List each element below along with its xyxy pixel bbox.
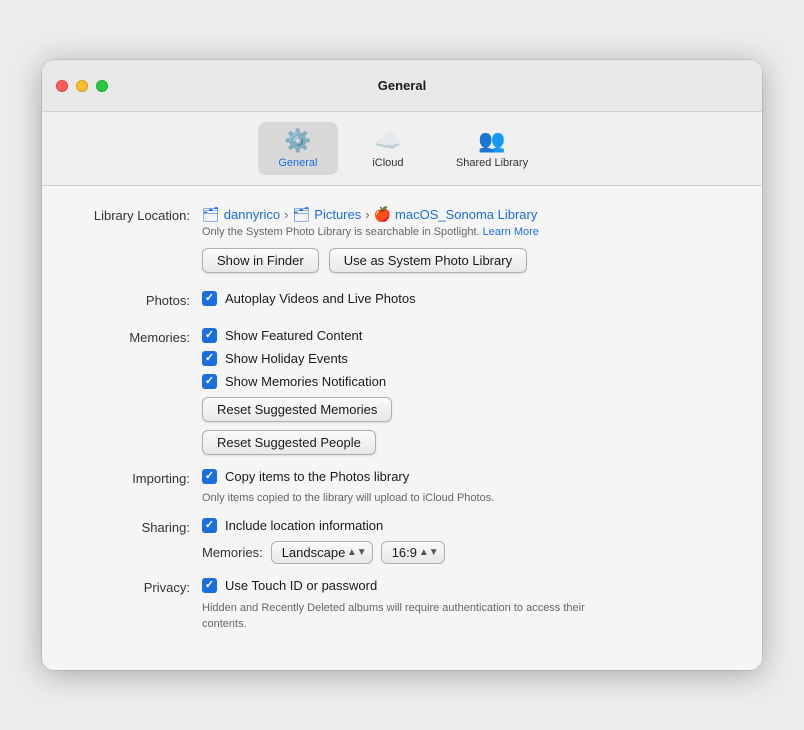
photos-row: Photos: Autoplay Videos and Live Photos	[72, 291, 732, 314]
pictures-folder-icon: 🗂	[293, 206, 311, 223]
importing-row: Importing: Copy items to the Photos libr…	[72, 469, 732, 504]
tab-general-label: General	[278, 157, 317, 169]
notification-checkbox[interactable]	[202, 374, 217, 389]
copy-checkbox[interactable]	[202, 469, 217, 484]
folder-icon: 🗂	[202, 206, 220, 223]
memories-dropdown-label: Memories:	[202, 545, 263, 560]
featured-checkbox[interactable]	[202, 328, 217, 343]
featured-checkbox-row: Show Featured Content	[202, 328, 732, 343]
people-icon: 👥	[478, 128, 505, 154]
holiday-checkbox[interactable]	[202, 351, 217, 366]
sharing-row: Sharing: Include location information Me…	[72, 518, 732, 564]
touchid-label: Use Touch ID or password	[225, 578, 377, 593]
titlebar: General	[42, 60, 762, 112]
memories-row: Memories: Show Featured Content Show Hol…	[72, 328, 732, 455]
library-buttons: Show in Finder Use as System Photo Libra…	[202, 248, 732, 273]
sharing-dropdown-row: Memories: Landscape Portrait Square ▲▼ 1…	[202, 541, 732, 564]
learn-more-link[interactable]: Learn More	[483, 226, 539, 238]
cloud-icon: ☁️	[374, 128, 401, 154]
library-location-label: Library Location:	[72, 206, 202, 223]
touchid-checkbox[interactable]	[202, 578, 217, 593]
featured-label: Show Featured Content	[225, 328, 362, 343]
main-window: General ⚙️ General ☁️ iCloud 👥 Shared Li…	[42, 60, 762, 670]
window-title: General	[378, 78, 426, 93]
location-label: Include location information	[225, 518, 383, 533]
traffic-lights	[56, 80, 108, 92]
sharing-content: Include location information Memories: L…	[202, 518, 732, 564]
privacy-label: Privacy:	[72, 578, 202, 595]
ratio-select[interactable]: 16:9 4:3 1:1	[381, 541, 445, 564]
reset-people-button[interactable]: Reset Suggested People	[202, 430, 376, 455]
privacy-content: Use Touch ID or password Hidden and Rece…	[202, 578, 732, 632]
importing-label: Importing:	[72, 469, 202, 486]
memories-label: Memories:	[72, 328, 202, 345]
ratio-select-wrapper: 16:9 4:3 1:1 ▲▼	[381, 541, 445, 564]
toolbar: ⚙️ General ☁️ iCloud 👥 Shared Library	[42, 112, 762, 186]
memories-content: Show Featured Content Show Holiday Event…	[202, 328, 732, 455]
use-as-system-library-button[interactable]: Use as System Photo Library	[329, 248, 527, 273]
reset-memories-button[interactable]: Reset Suggested Memories	[202, 397, 392, 422]
library-location-row: Library Location: 🗂 dannyrico › 🗂 Pictur…	[72, 206, 732, 277]
tab-shared-library[interactable]: 👥 Shared Library	[438, 122, 546, 175]
library-hint: Only the System Photo Library is searcha…	[202, 226, 732, 238]
copy-hint: Only items copied to the library will up…	[202, 492, 732, 504]
sharing-label: Sharing:	[72, 518, 202, 535]
autoplay-label: Autoplay Videos and Live Photos	[225, 291, 416, 306]
autoplay-checkbox[interactable]	[202, 291, 217, 306]
notification-checkbox-row: Show Memories Notification	[202, 374, 732, 389]
notification-label: Show Memories Notification	[225, 374, 386, 389]
path-library: macOS_Sonoma Library	[395, 207, 537, 222]
holiday-label: Show Holiday Events	[225, 351, 348, 366]
minimize-button[interactable]	[76, 80, 88, 92]
holiday-checkbox-row: Show Holiday Events	[202, 351, 732, 366]
landscape-select-wrapper: Landscape Portrait Square ▲▼	[271, 541, 373, 564]
touchid-description: Hidden and Recently Deleted albums will …	[202, 601, 622, 632]
gear-icon: ⚙️	[284, 128, 311, 154]
content-area: Library Location: 🗂 dannyrico › 🗂 Pictur…	[42, 186, 762, 670]
copy-label: Copy items to the Photos library	[225, 469, 409, 484]
path-pictures: Pictures	[314, 207, 361, 222]
tab-shared-library-label: Shared Library	[456, 157, 528, 169]
fullscreen-button[interactable]	[96, 80, 108, 92]
privacy-row: Privacy: Use Touch ID or password Hidden…	[72, 578, 732, 632]
show-in-finder-button[interactable]: Show in Finder	[202, 248, 319, 273]
landscape-select[interactable]: Landscape Portrait Square	[271, 541, 373, 564]
location-checkbox-row: Include location information	[202, 518, 732, 533]
autoplay-checkbox-row: Autoplay Videos and Live Photos	[202, 291, 732, 306]
photos-content: Autoplay Videos and Live Photos	[202, 291, 732, 314]
library-location-content: 🗂 dannyrico › 🗂 Pictures › 🍎 macOS_Sonom…	[202, 206, 732, 277]
memories-buttons: Reset Suggested Memories Reset Suggested…	[202, 397, 732, 455]
path-user: dannyrico	[224, 207, 280, 222]
photos-label: Photos:	[72, 291, 202, 308]
close-button[interactable]	[56, 80, 68, 92]
importing-content: Copy items to the Photos library Only it…	[202, 469, 732, 504]
tab-icloud-label: iCloud	[372, 157, 403, 169]
library-icon: 🍎	[374, 206, 391, 223]
copy-checkbox-row: Copy items to the Photos library	[202, 469, 732, 484]
location-checkbox[interactable]	[202, 518, 217, 533]
tab-general[interactable]: ⚙️ General	[258, 122, 338, 175]
tab-icloud[interactable]: ☁️ iCloud	[348, 122, 428, 175]
touchid-checkbox-row: Use Touch ID or password	[202, 578, 732, 593]
library-path: 🗂 dannyrico › 🗂 Pictures › 🍎 macOS_Sonom…	[202, 206, 732, 223]
